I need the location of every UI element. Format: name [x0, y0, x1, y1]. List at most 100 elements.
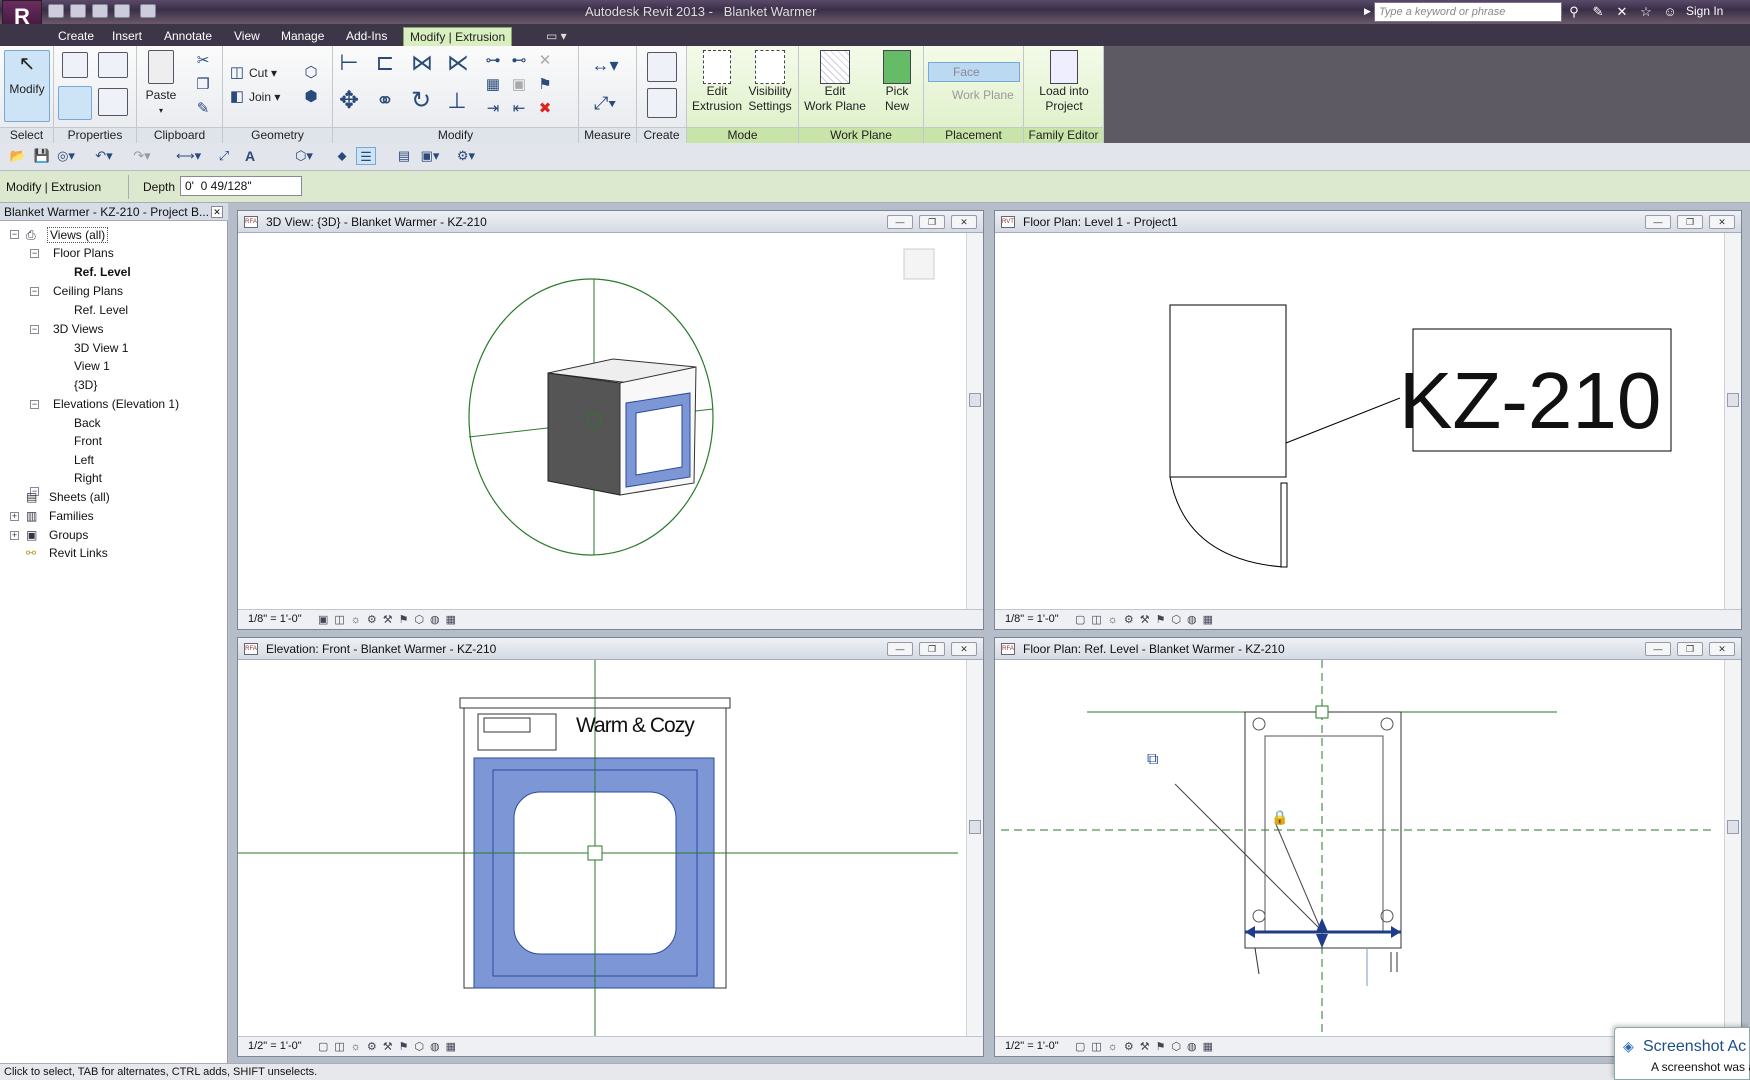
move-icon[interactable]: ✥ [339, 89, 359, 113]
mirror-axis-icon[interactable]: ⋈ [411, 52, 433, 74]
copy-icon[interactable]: ❐ [193, 76, 213, 94]
binoculars-icon[interactable]: ⚲ [1566, 4, 1582, 20]
trim-multiple-icon[interactable]: ⇥ [483, 100, 503, 118]
close-hidden-windows-icon[interactable]: ▤ [394, 147, 414, 165]
wall-joins-icon[interactable]: ⬡ [301, 64, 321, 82]
tree-view-1[interactable]: View 1 [74, 359, 110, 373]
minimize-icon[interactable]: — [1645, 215, 1671, 229]
tab-create[interactable]: Create [52, 27, 100, 46]
drag-arrow-icon[interactable] [1316, 918, 1328, 932]
pin-icon[interactable]: ⚑ [535, 76, 555, 94]
create-similar-icon[interactable] [647, 52, 677, 82]
rotate-icon[interactable]: ↻ [411, 89, 431, 113]
delete-icon[interactable]: ✖ [535, 100, 555, 118]
view-control-icons[interactable]: ▣◫☼⚙⚒⚑⬡◍▦ [318, 613, 462, 626]
tree-groups[interactable]: Groups [49, 528, 88, 542]
sync-icon[interactable]: ◎▾ [56, 147, 76, 165]
drag-arrow-icon[interactable] [1316, 934, 1328, 948]
properties-icon[interactable] [58, 86, 92, 120]
visibility-settings-button[interactable]: Visibility Settings [743, 50, 797, 114]
close-icon[interactable]: ✕ [951, 642, 977, 656]
restore-icon[interactable]: ❐ [1677, 642, 1703, 656]
tree-views-all[interactable]: Views (all) [47, 227, 109, 243]
expand-icon[interactable]: + [10, 512, 19, 521]
minimize-icon[interactable]: — [887, 642, 913, 656]
tab-insert[interactable]: Insert [106, 27, 148, 46]
communication-icon[interactable]: ✕ [1614, 4, 1630, 20]
tab-manage[interactable]: Manage [275, 27, 330, 46]
copy-element-icon[interactable]: ⚭ [375, 90, 395, 112]
restore-icon[interactable]: ❐ [919, 642, 945, 656]
close-icon[interactable]: ✕ [1709, 215, 1735, 229]
drag-arrow-icon[interactable] [1245, 926, 1255, 938]
view-elevation-front[interactable]: RFA Elevation: Front - Blanket Warmer - … [237, 637, 984, 1057]
vertical-scrollbar[interactable] [1724, 660, 1741, 1036]
view-control-icons[interactable]: ▢◫☼⚙⚒⚑⬡◍▦ [1075, 1040, 1219, 1053]
restore-icon[interactable]: ❐ [919, 215, 945, 229]
split-face-icon[interactable]: ⬢ [301, 88, 321, 106]
vertical-scrollbar[interactable] [1724, 233, 1741, 609]
edit-work-plane-button[interactable]: Edit Work Plane [803, 50, 867, 114]
search-input[interactable]: Type a keyword or phrase [1374, 2, 1562, 22]
collapse-icon[interactable]: − [30, 249, 39, 258]
screenshot-notification[interactable]: ◈ Screenshot Ac A screenshot was a [1614, 1027, 1750, 1080]
view-floor-plan-ref-level[interactable]: RFA Floor Plan: Ref. Level - Blanket War… [994, 637, 1742, 1057]
view-floor-plan-level-1[interactable]: RVT Floor Plan: Level 1 - Project1 — ❐ ✕… [994, 210, 1742, 630]
trim-extend-icon[interactable]: ⊥ [447, 90, 467, 112]
vertical-scrollbar[interactable] [966, 233, 983, 609]
paste-button[interactable]: Paste ▾ [143, 50, 179, 118]
modify-button[interactable]: ↖ Modify [4, 50, 50, 122]
scroll-thumb[interactable] [1727, 820, 1739, 834]
tree-families[interactable]: Families [49, 509, 94, 523]
tab-view[interactable]: View [228, 27, 266, 46]
unpin-icon[interactable]: ✕ [535, 52, 555, 70]
extend-multiple-icon[interactable]: ⇤ [509, 100, 529, 118]
offset-icon[interactable]: ⊏ [375, 52, 395, 74]
origin-grip[interactable] [587, 845, 603, 861]
expand-icon[interactable]: + [10, 531, 19, 540]
collapse-icon[interactable]: − [30, 287, 39, 296]
scroll-thumb[interactable] [1727, 393, 1739, 407]
subscription-icon[interactable]: ✎ [1590, 4, 1606, 20]
view-scale[interactable]: 1/8" = 1'-0" [1005, 613, 1059, 625]
view-scale[interactable]: 1/8" = 1'-0" [248, 613, 302, 625]
user-icon[interactable]: ☺ [1662, 4, 1678, 20]
section-icon[interactable]: ⬥ [332, 147, 352, 165]
text-icon[interactable]: A [240, 147, 260, 165]
tree-3d-default[interactable]: {3D} [74, 378, 97, 392]
pick-new-button[interactable]: Pick New [875, 50, 919, 114]
tree-elevations[interactable]: Elevations (Elevation 1) [53, 397, 179, 411]
expand-arrow-icon[interactable]: ▶ [1364, 6, 1371, 17]
minimize-icon[interactable]: — [1645, 642, 1671, 656]
join-geometry-icon[interactable]: ◧ [227, 88, 247, 106]
load-into-project-button[interactable]: Load into Project [1028, 50, 1100, 114]
cut-geometry-icon[interactable]: ◫ [227, 64, 247, 82]
face-button[interactable]: Face [928, 62, 1020, 82]
thin-lines-icon[interactable]: ☰ [356, 147, 376, 165]
collapse-icon[interactable]: − [30, 325, 39, 334]
view-scale[interactable]: 1/2" = 1'-0" [1005, 1040, 1059, 1052]
origin-grip[interactable] [1315, 705, 1329, 719]
depth-field[interactable]: 0' 0 49/128" [180, 176, 302, 196]
favorites-star-icon[interactable]: ☆ [1638, 4, 1654, 20]
collapse-icon[interactable]: − [10, 230, 19, 239]
tree-left[interactable]: Left [74, 453, 94, 467]
array-icon[interactable]: ▦ [483, 76, 503, 94]
redo-icon[interactable]: ↷▾ [132, 147, 152, 165]
collapse-icon[interactable]: − [30, 400, 39, 409]
scroll-thumb[interactable] [969, 393, 981, 407]
tree-revit-links[interactable]: Revit Links [49, 546, 108, 560]
tree-back[interactable]: Back [74, 416, 101, 430]
work-plane-icon[interactable]: ⧉ [1147, 751, 1158, 768]
split-element-icon[interactable]: ⊶ [483, 52, 503, 70]
minimize-icon[interactable]: — [887, 215, 913, 229]
view-control-icons[interactable]: ▢◫☼⚙⚒⚑⬡◍▦ [1075, 613, 1219, 626]
undo-icon[interactable] [114, 4, 130, 18]
split-with-gap-icon[interactable]: ⊷ [509, 52, 529, 70]
viewcube-icon[interactable] [903, 248, 935, 280]
mirror-draw-icon[interactable]: ⋉ [447, 52, 469, 74]
aligned-dimension-icon[interactable]: ⤢▾ [585, 94, 625, 112]
join-button[interactable]: Join ▾ [249, 90, 280, 105]
view-control-icons[interactable]: ▢◫☼⚙⚒⚑⬡◍▦ [318, 1040, 462, 1053]
create-group-icon[interactable] [647, 88, 677, 118]
